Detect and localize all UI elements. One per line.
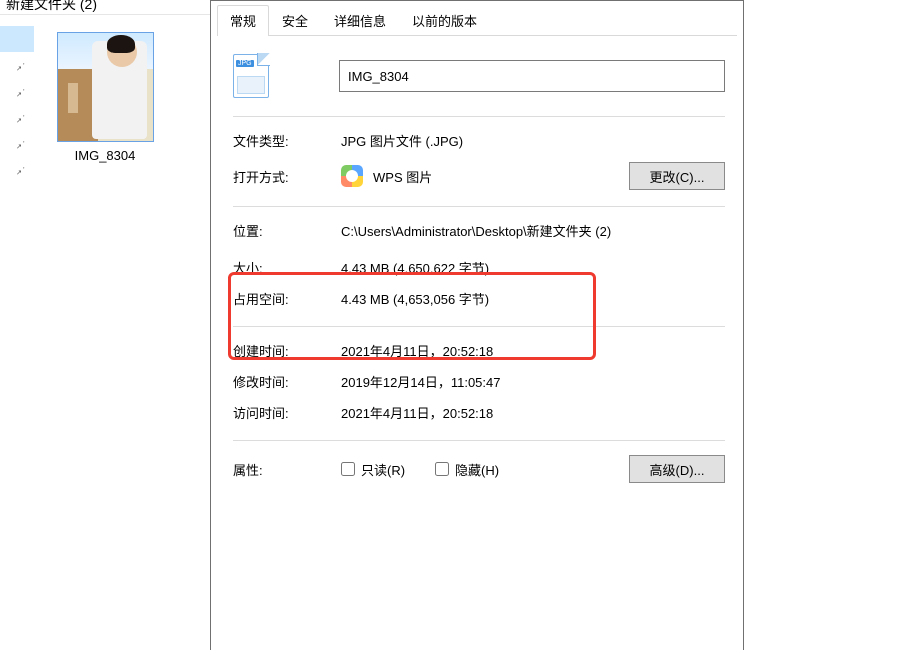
quick-access-pin[interactable] [0, 26, 34, 52]
checkbox-readonly-input[interactable] [341, 462, 355, 476]
divider [233, 116, 725, 117]
tab-bar: 常规 安全 详细信息 以前的版本 [217, 5, 737, 36]
app-icon [341, 165, 363, 187]
value-open-with: WPS 图片 [373, 167, 629, 186]
properties-dialog: 常规 安全 详细信息 以前的版本 JPG 文件类型: JPG 图片文件 (.JP… [210, 0, 744, 650]
divider [233, 206, 725, 207]
tab-panel-general: JPG 文件类型: JPG 图片文件 (.JPG) 打开方式: WPS 图片 更… [211, 36, 743, 483]
pin-icon [14, 59, 26, 71]
checkbox-hidden-input[interactable] [435, 462, 449, 476]
file-thumbnail[interactable]: IMG_8304 [50, 32, 160, 163]
label-size: 大小: [233, 258, 341, 277]
quick-access-pin[interactable] [0, 78, 34, 104]
pin-icon [14, 85, 26, 97]
value-size-on-disk: 4.43 MB (4,653,056 字节) [341, 289, 489, 308]
checkbox-hidden-label: 隐藏(H) [455, 460, 499, 479]
tab-security[interactable]: 安全 [269, 5, 321, 36]
label-open-with: 打开方式: [233, 167, 341, 186]
checkbox-readonly-label: 只读(R) [361, 460, 405, 479]
divider [233, 440, 725, 441]
quick-access-pin[interactable] [0, 52, 34, 78]
label-location: 位置: [233, 221, 341, 240]
value-modified: 2019年12月14日，11:05:47 [341, 372, 500, 391]
quick-access-pins [0, 26, 34, 182]
divider [233, 326, 725, 327]
value-size: 4.43 MB (4,650,622 字节) [341, 258, 489, 277]
tab-details[interactable]: 详细信息 [321, 5, 399, 36]
label-modified: 修改时间: [233, 372, 341, 391]
change-app-button[interactable]: 更改(C)... [629, 162, 725, 190]
pin-icon [14, 137, 26, 149]
thumbnail-image [57, 32, 154, 142]
file-type-icon: JPG [233, 54, 269, 98]
value-accessed: 2021年4月11日，20:52:18 [341, 403, 493, 422]
advanced-button[interactable]: 高级(D)... [629, 455, 725, 483]
thumbnail-label: IMG_8304 [50, 148, 160, 163]
quick-access-pin[interactable] [0, 156, 34, 182]
checkbox-readonly[interactable]: 只读(R) [341, 460, 405, 479]
quick-access-pin[interactable] [0, 130, 34, 156]
label-size-on-disk: 占用空间: [233, 289, 341, 308]
folder-title: 新建文件夹 (2) [6, 0, 97, 14]
filename-input[interactable] [339, 60, 725, 92]
label-accessed: 访问时间: [233, 403, 341, 422]
label-file-type: 文件类型: [233, 131, 341, 150]
divider [0, 14, 210, 15]
checkbox-hidden[interactable]: 隐藏(H) [435, 460, 499, 479]
pin-icon [14, 163, 26, 175]
value-created: 2021年4月11日，20:52:18 [341, 341, 493, 360]
value-file-type: JPG 图片文件 (.JPG) [341, 131, 463, 150]
pin-icon [14, 111, 26, 123]
tab-previous-versions[interactable]: 以前的版本 [399, 5, 490, 36]
quick-access-pin[interactable] [0, 104, 34, 130]
label-attributes: 属性: [233, 460, 341, 479]
value-location: C:\Users\Administrator\Desktop\新建文件夹 (2) [341, 221, 611, 240]
tab-general[interactable]: 常规 [217, 5, 269, 36]
label-created: 创建时间: [233, 341, 341, 360]
